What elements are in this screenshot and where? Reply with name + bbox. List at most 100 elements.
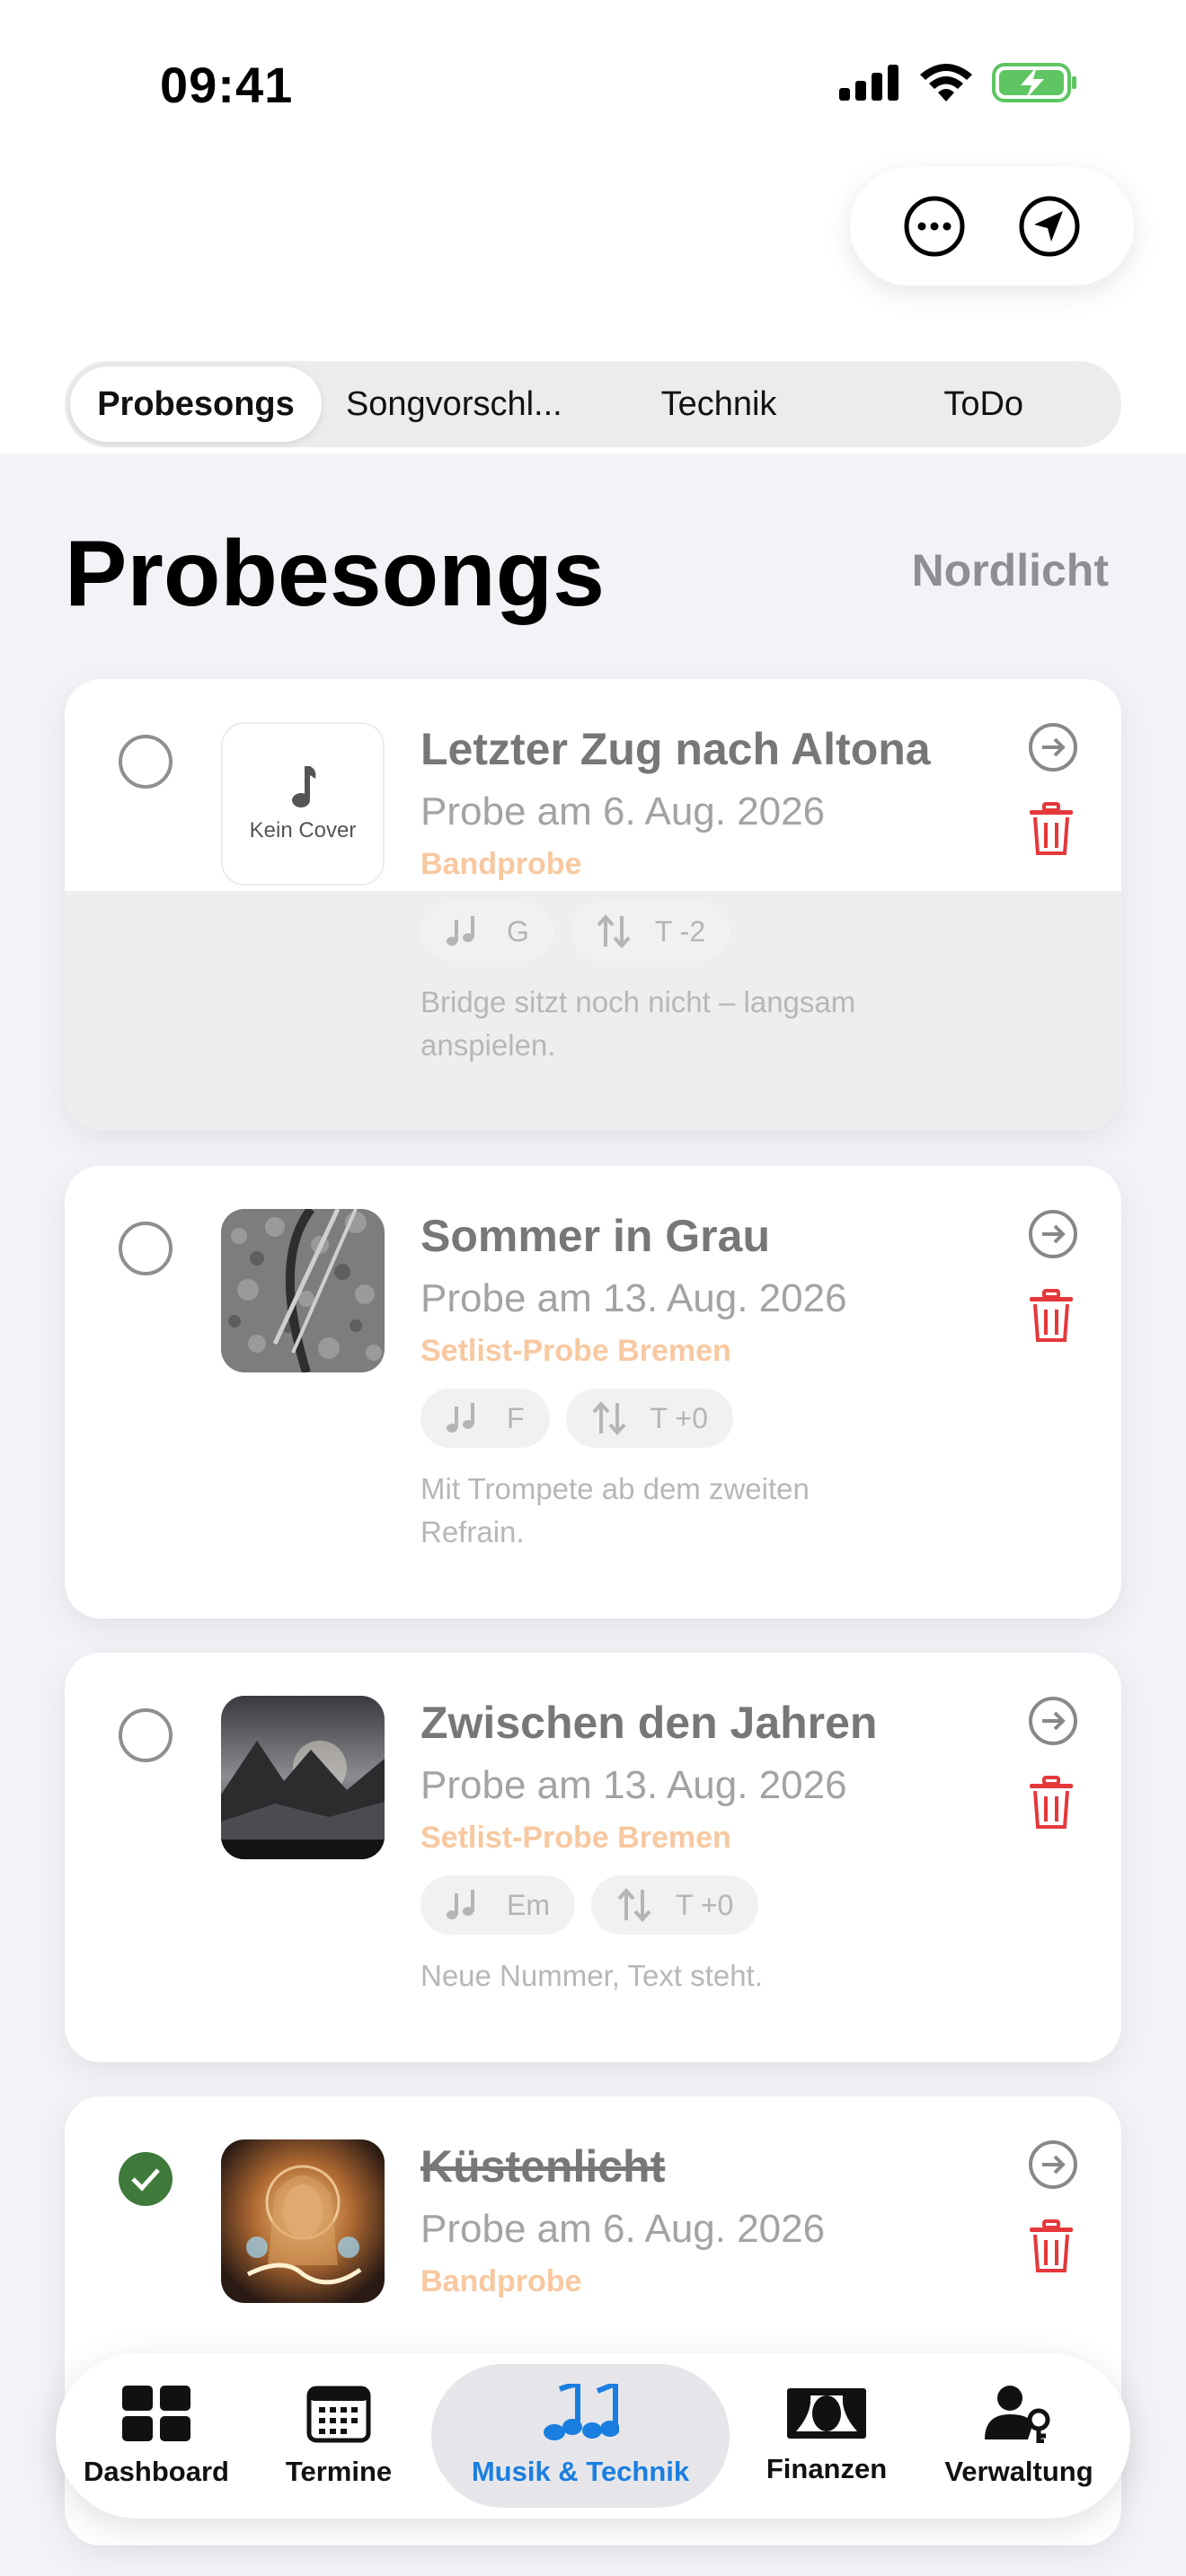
paperplane-circle-icon xyxy=(1019,196,1080,257)
song-card[interactable]: Zwischen den Jahren Probe am 13. Aug. 20… xyxy=(65,1653,1121,2062)
done-checkbox[interactable] xyxy=(119,735,173,789)
transpose-value: T +0 xyxy=(650,1401,708,1434)
key-value: Em xyxy=(507,1888,550,1921)
probe-date: Probe am 6. Aug. 2026 xyxy=(420,2207,826,2251)
trash-icon[interactable] xyxy=(1028,1775,1075,1831)
probe-date: Probe am 13. Aug. 2026 xyxy=(420,1763,847,1807)
calendar-icon xyxy=(306,2386,371,2443)
cover-image-kuestenlicht xyxy=(221,2139,385,2303)
status-time: 09:41 xyxy=(160,57,294,113)
transpose-chip: T +0 xyxy=(565,1389,733,1448)
song-title: Letzter Zug nach Altona xyxy=(420,724,931,774)
cover-image xyxy=(221,1696,385,1859)
event-name: Bandprobe xyxy=(420,2264,582,2298)
key-chip: F xyxy=(420,1389,550,1448)
song-note: Bridge sitzt noch nicht – langsam anspie… xyxy=(420,981,1005,1067)
transpose-value: T -2 xyxy=(654,914,706,948)
transpose-arrows-icon xyxy=(617,1888,651,1922)
transpose-chip: T -2 xyxy=(570,902,731,961)
music-notes-icon xyxy=(447,916,474,946)
song-info: Zwischen den Jahren Probe am 13. Aug. 20… xyxy=(420,1696,1005,1998)
transpose-value: T +0 xyxy=(676,1888,734,1921)
tab-musik-technik[interactable]: Musik & Technik xyxy=(431,2364,730,2508)
key-value: G xyxy=(507,914,529,948)
song-note: Neue Nummer, Text steht. xyxy=(420,1954,1005,1998)
music-notes-icon xyxy=(447,1890,474,1919)
tab-verwaltung[interactable]: Verwaltung xyxy=(924,2364,1114,2508)
song-info: Letzter Zug nach Altona Probe am 6. Aug.… xyxy=(420,722,1005,1067)
cover-image-sommer xyxy=(221,1209,385,1372)
ellipsis-circle-icon xyxy=(904,196,965,257)
key-chip: Em xyxy=(420,1875,575,1935)
transpose-chip: T +0 xyxy=(591,1875,759,1935)
wifi-icon xyxy=(920,64,972,101)
done-checkbox[interactable] xyxy=(119,1708,173,1762)
song-note-line: anspielen. xyxy=(420,1028,556,1062)
probe-date: Probe am 6. Aug. 2026 xyxy=(420,790,826,834)
key-chip: G xyxy=(420,902,554,961)
banknote-icon xyxy=(787,2388,866,2439)
segment-technik[interactable]: Technik xyxy=(587,366,852,442)
more-button[interactable] xyxy=(898,190,970,262)
segment-probesongs[interactable]: Probesongs xyxy=(70,366,322,442)
open-arrow-icon[interactable] xyxy=(1028,1209,1078,1259)
band-name[interactable]: Nordlicht xyxy=(912,544,1109,596)
transpose-arrows-icon xyxy=(592,1401,626,1435)
music-notes-icon xyxy=(447,1403,474,1433)
tab-termine[interactable]: Termine xyxy=(246,2364,431,2508)
trash-icon[interactable] xyxy=(1028,801,1075,857)
header-actions xyxy=(850,167,1134,286)
segment-todo[interactable]: ToDo xyxy=(851,366,1116,442)
song-chips: G T -2 xyxy=(420,902,1005,961)
tab-label: Verwaltung xyxy=(944,2456,1093,2487)
music-notes-icon xyxy=(544,2384,619,2440)
tab-dashboard[interactable]: Dashboard xyxy=(66,2364,246,2508)
cover-placeholder: Kein Cover xyxy=(221,722,385,886)
song-title: Sommer in Grau xyxy=(420,1211,770,1261)
segment-songvorschlaege[interactable]: Songvorschl... xyxy=(322,366,587,442)
status-icons xyxy=(839,63,1078,102)
song-info: Küstenlicht Probe am 6. Aug. 2026 Bandpr… xyxy=(420,2139,1005,2299)
tab-label: Dashboard xyxy=(84,2456,229,2487)
song-note-line: Neue Nummer, Text steht. xyxy=(420,1959,763,1992)
page-title: Probesongs xyxy=(65,522,605,626)
song-info: Sommer in Grau Probe am 13. Aug. 2026 Se… xyxy=(420,1209,1005,1554)
song-title: Küstenlicht xyxy=(420,2141,666,2192)
tab-finanzen[interactable]: Finanzen xyxy=(730,2364,924,2508)
event-name: Setlist-Probe Bremen xyxy=(420,1821,731,1855)
song-card[interactable]: Kein Cover Letzter Zug nach Altona Probe… xyxy=(65,679,1121,1130)
song-note-line: Refrain. xyxy=(420,1515,525,1548)
battery-charging-icon xyxy=(992,63,1076,102)
tab-label: Finanzen xyxy=(766,2453,888,2484)
tab-label: Musik & Technik xyxy=(471,2456,690,2487)
done-checkbox[interactable] xyxy=(119,2152,173,2206)
cover-image xyxy=(221,2139,385,2303)
person-key-icon xyxy=(985,2386,1050,2443)
song-title: Zwischen den Jahren xyxy=(420,1698,878,1748)
song-chips: Em T +0 xyxy=(420,1875,1005,1935)
grid-icon xyxy=(122,2386,190,2441)
event-name: Bandprobe xyxy=(420,847,582,881)
music-note-icon xyxy=(292,766,316,807)
done-checkbox[interactable] xyxy=(119,1222,173,1275)
cellular-signal-icon xyxy=(839,65,898,101)
cover-image-zwischen xyxy=(221,1696,385,1859)
key-value: F xyxy=(507,1401,525,1434)
send-button[interactable] xyxy=(1013,190,1085,262)
transpose-arrows-icon xyxy=(597,914,631,948)
trash-icon[interactable] xyxy=(1028,2219,1075,2274)
song-note-line: Mit Trompete ab dem zweiten xyxy=(420,1472,810,1505)
cover-image xyxy=(221,1209,385,1372)
song-card[interactable]: Sommer in Grau Probe am 13. Aug. 2026 Se… xyxy=(65,1166,1121,1619)
trash-icon[interactable] xyxy=(1028,1288,1075,1344)
segmented-control: Probesongs Songvorschl... Technik ToDo xyxy=(65,361,1121,447)
open-arrow-icon[interactable] xyxy=(1028,722,1078,772)
event-name: Setlist-Probe Bremen xyxy=(420,1334,731,1368)
open-arrow-icon[interactable] xyxy=(1028,2139,1078,2190)
song-chips: F T +0 xyxy=(420,1389,1005,1448)
probe-date: Probe am 13. Aug. 2026 xyxy=(420,1276,847,1320)
open-arrow-icon[interactable] xyxy=(1028,1696,1078,1746)
song-note: Mit Trompete ab dem zweiten Refrain. xyxy=(420,1468,1005,1554)
song-note-line: Bridge sitzt noch nicht – langsam xyxy=(420,985,856,1019)
no-cover-label: Kein Cover xyxy=(249,818,357,842)
